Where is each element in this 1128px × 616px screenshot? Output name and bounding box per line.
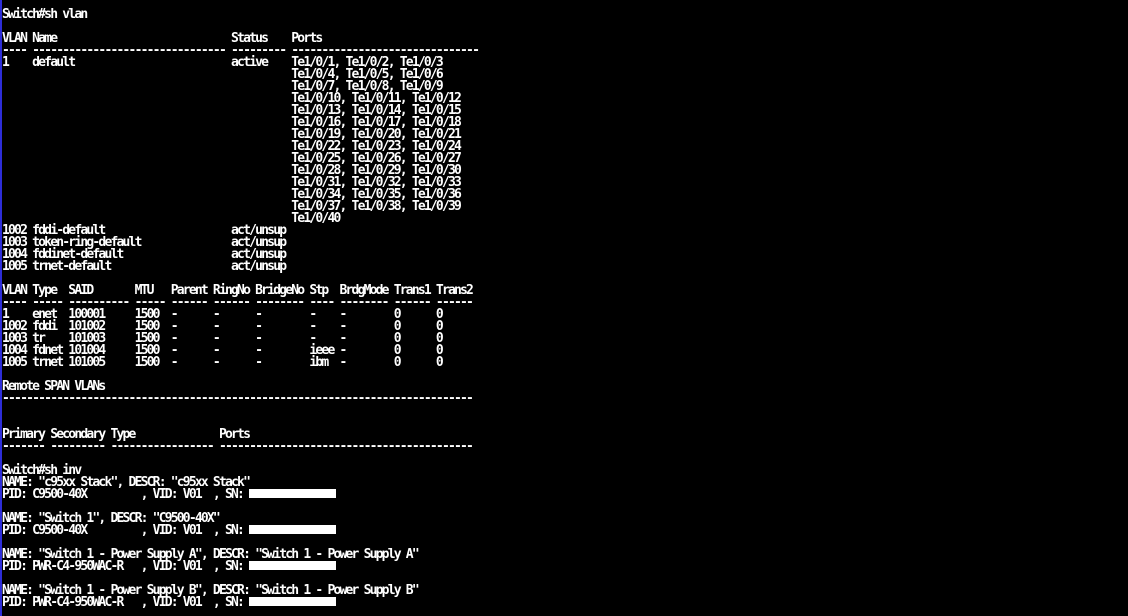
console-line: PID: C9500-40X , VID: V01 , SN:	[2, 487, 337, 502]
console-line-text: PID: PWR-C4-950WAC-R , VID: V01 , SN:	[2, 595, 250, 610]
console-line-text: PID: C9500-40X , VID: V01 , SN:	[2, 523, 250, 538]
redacted-serial-number	[249, 489, 337, 498]
console-line: ----------------------------------------…	[2, 391, 474, 406]
console-line-text: PID: C9500-40X , VID: V01 , SN:	[2, 487, 250, 502]
console-line: 1005 trnet-default act/unsup	[2, 259, 287, 274]
console-line: 1005 trnet 101005 1500 - - - ibm - 0 0	[2, 355, 444, 370]
redacted-serial-number	[249, 525, 337, 534]
console-line: ------- --------- ----------------- ----…	[2, 439, 474, 454]
redacted-serial-number	[249, 561, 337, 570]
console-line: PID: C9500-40X , VID: V01 , SN:	[2, 523, 337, 538]
console-output[interactable]: Switch#sh vlan VLAN Name Status Ports --…	[2, 7, 480, 610]
console-line: PID: PWR-C4-950WAC-R , VID: V01 , SN:	[2, 559, 337, 574]
console-line: Switch#sh vlan	[2, 7, 88, 22]
console-line: PID: PWR-C4-950WAC-R , VID: V01 , SN:	[2, 595, 337, 610]
terminal-window[interactable]: Switch#sh vlan VLAN Name Status Ports --…	[0, 0, 1128, 616]
redacted-serial-number	[249, 597, 337, 606]
console-line-text: PID: PWR-C4-950WAC-R , VID: V01 , SN:	[2, 559, 250, 574]
